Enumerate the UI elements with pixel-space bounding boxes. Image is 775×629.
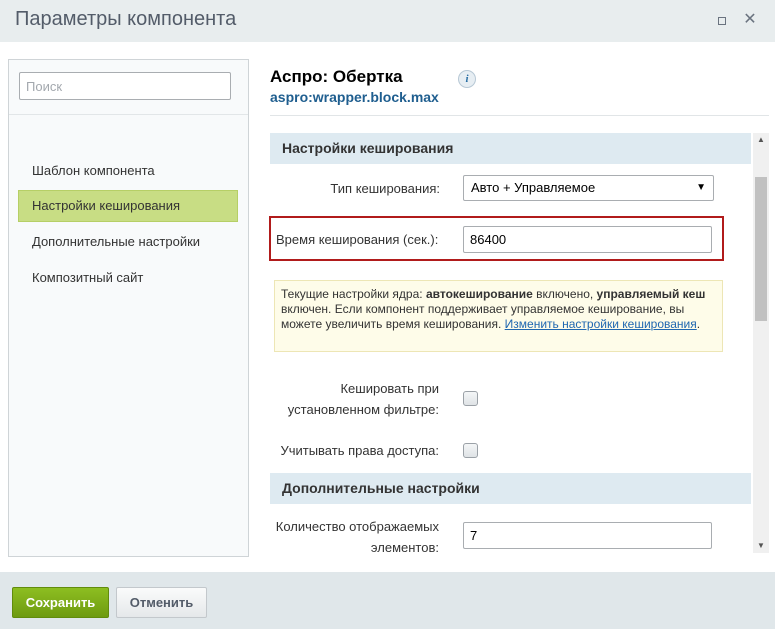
section-header-caching: Настройки кеширования [270, 133, 751, 164]
cache-time-label: Время кеширования (сек.): [276, 232, 439, 247]
element-count-label-line2: элементов: [370, 540, 439, 555]
component-title: Аспро: Обертка [270, 67, 403, 86]
dialog-titlebar: Параметры компонента ✕ [0, 0, 775, 42]
sidebar-item-composite[interactable]: Композитный сайт [18, 262, 238, 294]
cache-filter-label-line2: установленном фильтре: [287, 402, 439, 417]
close-icon[interactable]: ✕ [742, 12, 758, 28]
cache-filter-label-line1: Кешировать при [340, 381, 439, 396]
section-header-additional: Дополнительные настройки [270, 473, 751, 504]
component-code: aspro:wrapper.block.max [270, 89, 439, 105]
scroll-up-icon[interactable]: ▲ [753, 133, 769, 147]
sidebar: Шаблон компонента Настройки кеширования … [8, 59, 249, 557]
search-input[interactable] [19, 72, 231, 100]
cache-type-select[interactable]: Авто + Управляемое ▼ [463, 175, 714, 201]
sidebar-item-template[interactable]: Шаблон компонента [18, 155, 238, 187]
dropdown-arrow-icon: ▼ [696, 182, 706, 193]
cache-filter-checkbox[interactable] [463, 391, 478, 406]
cache-filter-label: Кешировать при установленном фильтре: [270, 380, 439, 419]
element-count-input[interactable]: 7 [463, 522, 712, 549]
scroll-thumb[interactable] [755, 177, 767, 321]
element-count-label-line1: Количество отображаемых [275, 519, 439, 534]
dialog-title: Параметры компонента [15, 8, 237, 30]
cache-type-value: Авто + Управляемое [471, 180, 596, 195]
cache-groups-label: Учитывать права доступа: [280, 443, 439, 458]
sidebar-divider [9, 114, 248, 115]
element-count-label: Количество отображаемых элементов: [270, 518, 439, 557]
info-icon[interactable]: i [458, 70, 476, 88]
notice-text: Текущие настройки ядра: [281, 287, 426, 301]
cache-type-label: Тип кеширования: [330, 181, 440, 196]
sidebar-item-additional[interactable]: Дополнительные настройки [18, 226, 238, 258]
dialog-content: Шаблон компонента Настройки кеширования … [0, 42, 775, 572]
notice-bold-autocache: автокеширование [425, 287, 533, 301]
notice-text: включено, [532, 287, 597, 301]
dialog-footer: Сохранить Отменить [0, 572, 775, 629]
cache-groups-checkbox[interactable] [463, 443, 478, 458]
header-divider [270, 115, 769, 116]
scroll-down-icon[interactable]: ▼ [753, 539, 769, 553]
cache-notice: Текущие настройки ядра: автокеширование … [274, 280, 723, 352]
scrollbar[interactable]: ▲ ▼ [753, 133, 769, 553]
notice-bold-managed: управляемый кеш [596, 287, 706, 301]
cache-time-input[interactable]: 86400 [463, 226, 712, 253]
cancel-button[interactable]: Отменить [116, 587, 207, 618]
notice-text: . [696, 317, 701, 331]
maximize-icon[interactable] [714, 12, 730, 28]
change-cache-settings-link[interactable]: Изменить настройки кеширования [505, 317, 697, 331]
save-button[interactable]: Сохранить [12, 587, 109, 618]
sidebar-item-caching[interactable]: Настройки кеширования [18, 190, 238, 222]
